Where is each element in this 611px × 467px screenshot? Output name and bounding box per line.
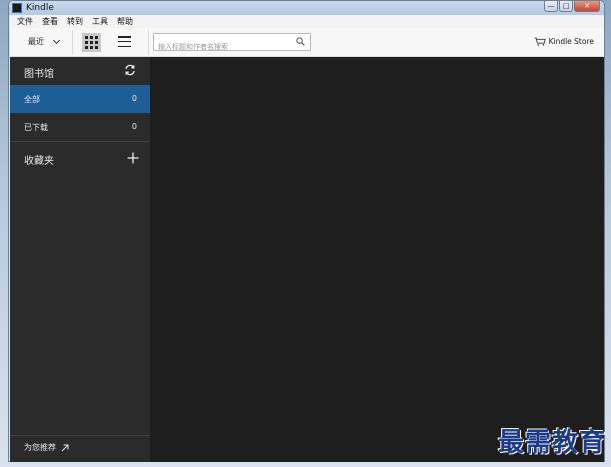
- list-view-button[interactable]: [118, 36, 131, 47]
- sidebar-divider: [10, 435, 150, 436]
- toolbar-divider: [72, 30, 73, 55]
- search-box: [153, 33, 311, 55]
- collections-header: 收藏夹: [10, 143, 150, 173]
- sidebar-item-label: 已下载: [24, 123, 48, 132]
- library-content-area[interactable]: [150, 57, 604, 462]
- library-header: 图书馆: [10, 57, 150, 85]
- sidebar-item-downloaded[interactable]: 已下载 0: [10, 113, 150, 141]
- external-arrow-icon: [61, 444, 69, 451]
- sidebar-item-all[interactable]: 全部 0: [10, 85, 150, 113]
- menu-file[interactable]: 文件: [17, 15, 33, 28]
- add-collection-icon[interactable]: [127, 152, 139, 164]
- search-input[interactable]: [154, 39, 289, 55]
- sidebar-divider: [10, 141, 150, 142]
- recommend-label: 为您推荐: [24, 443, 56, 452]
- collections-label: 收藏夹: [24, 156, 54, 167]
- cart-icon: [534, 37, 546, 46]
- store-label: Kindle Store: [548, 37, 594, 46]
- library-label: 图书馆: [24, 69, 54, 80]
- search-icon[interactable]: [296, 37, 305, 46]
- menu-view[interactable]: 查看: [42, 15, 58, 28]
- kindle-window: Kindle — □ ✕ 文件 查看 转到 工具 帮助 最近 输入标题和作者名搜…: [8, 0, 605, 462]
- chevron-down-icon: [52, 36, 61, 44]
- menu-bar: 文件 查看 转到 工具 帮助: [10, 15, 604, 28]
- kindle-store-link[interactable]: Kindle Store: [534, 37, 594, 46]
- menu-goto[interactable]: 转到: [67, 15, 83, 28]
- window-title: Kindle: [26, 3, 54, 13]
- sort-dropdown[interactable]: 最近: [28, 36, 61, 47]
- toolbar-divider: [148, 30, 149, 55]
- maximize-button[interactable]: □: [559, 1, 573, 12]
- recommend-link[interactable]: 为您推荐: [24, 442, 69, 453]
- menu-tools[interactable]: 工具: [92, 15, 108, 28]
- sort-label: 最近: [28, 37, 44, 46]
- close-button[interactable]: ✕: [574, 1, 600, 12]
- toolbar: 最近 Kindle Store: [10, 28, 604, 57]
- grid-view-button[interactable]: [82, 33, 101, 52]
- sidebar-item-count: 0: [131, 122, 137, 131]
- title-bar[interactable]: Kindle — □ ✕: [9, 1, 604, 15]
- watermark-text: 最需教育: [497, 428, 606, 458]
- minimize-button[interactable]: —: [544, 1, 558, 12]
- sync-icon[interactable]: [124, 64, 136, 76]
- kindle-app-icon: [12, 3, 22, 13]
- sidebar-item-count: 0: [131, 94, 137, 103]
- menu-help[interactable]: 帮助: [117, 15, 133, 28]
- window-controls: — □ ✕: [544, 1, 600, 12]
- sidebar-item-label: 全部: [24, 95, 40, 104]
- sidebar: 图书馆 全部 0 已下载 0 收藏夹 为您推荐: [10, 57, 150, 462]
